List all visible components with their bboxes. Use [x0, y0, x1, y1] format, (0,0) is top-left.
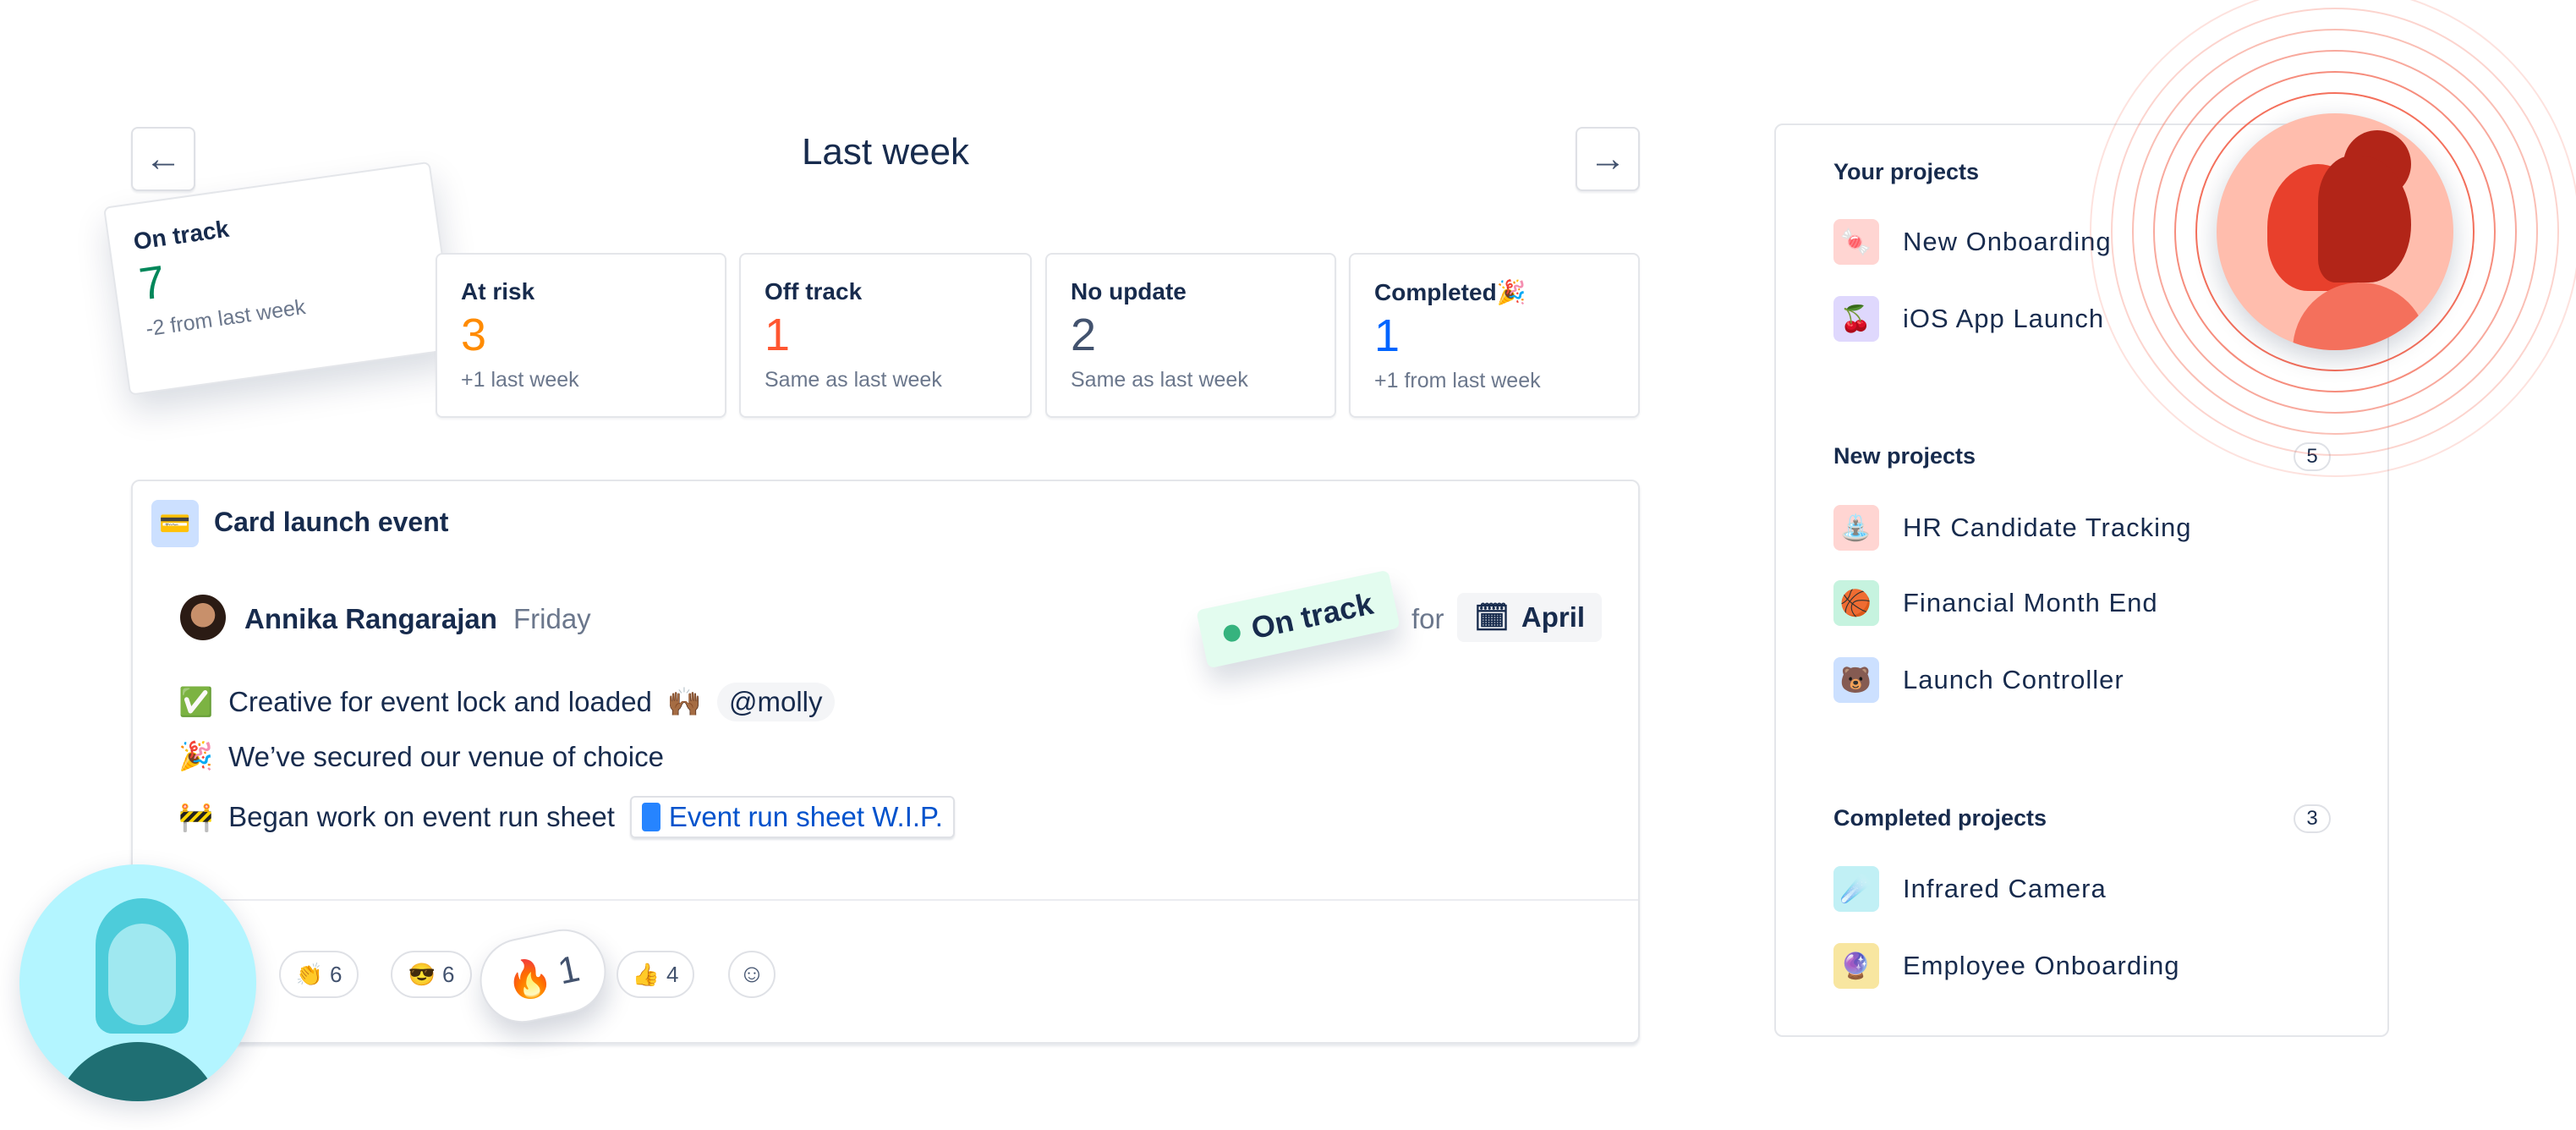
credit-card-icon: 💳 [151, 500, 199, 547]
project-item[interactable]: 🔮 Employee Onboarding [1833, 943, 2179, 989]
update-day: Friday [513, 603, 591, 634]
cherries-icon: 🍒 [1833, 296, 1879, 342]
completed-projects-count: 3 [2294, 804, 2331, 833]
mention-chip[interactable]: @molly [717, 683, 835, 721]
for-label: for [1411, 603, 1444, 634]
author-name[interactable]: Annika Rangarajan [244, 603, 497, 635]
status-lozenge[interactable]: On track [1196, 569, 1400, 669]
check-mark-icon: ✅ [178, 685, 214, 717]
status-dot-icon [1221, 623, 1242, 644]
stat-sub: +1 from last week [1374, 369, 1541, 392]
fountain-icon: ⛲ [1833, 505, 1879, 551]
status-label: On track [1247, 585, 1377, 646]
construction-icon: 🚧 [178, 800, 214, 832]
project-label: New Onboarding [1903, 227, 2112, 256]
update-line: 🎉 We’ve secured our venue of choice [178, 740, 664, 773]
project-item[interactable]: ⛲ HR Candidate Tracking [1833, 505, 2192, 551]
arrow-right-icon: → [1589, 138, 1626, 179]
stat-sub: +1 last week [461, 368, 579, 392]
section-title-new-projects: New projects [1833, 443, 1976, 469]
avatar [180, 595, 226, 640]
fire-icon: 🔥 [502, 954, 557, 1005]
divider [133, 899, 1638, 901]
stat-label: Completed [1374, 279, 1497, 305]
next-week-button[interactable]: → [1576, 127, 1640, 191]
basketball-icon: 🏀 [1833, 580, 1879, 626]
reaction-count: 6 [441, 961, 455, 987]
line-text: Creative for event lock and loaded [228, 686, 652, 717]
reaction-thumbs-up[interactable]: 👍 4 [617, 951, 694, 998]
stat-label: At risk [461, 278, 535, 304]
user-avatar-illustration [2217, 113, 2453, 350]
section-title-your-projects: Your projects [1833, 159, 1980, 184]
reaction-fire[interactable]: 🔥 1 [472, 921, 614, 1031]
line-text: We’ve secured our venue of choice [228, 740, 664, 772]
stat-value: 3 [461, 310, 487, 360]
party-popper-icon: 🎉 [178, 740, 214, 771]
update-card: 💳 Card launch event Annika Rangarajan Fr… [131, 480, 1640, 1044]
project-label: Launch Controller [1903, 665, 2124, 694]
project-item[interactable]: 🐻 Launch Controller [1833, 657, 2124, 703]
page-title: Last week [801, 131, 970, 173]
reaction-clap[interactable]: 👏 6 [279, 951, 359, 998]
project-title[interactable]: Card launch event [214, 507, 448, 538]
comet-icon: ☄️ [1833, 866, 1879, 912]
stat-label: No update [1071, 278, 1187, 304]
project-label: iOS App Launch [1903, 304, 2105, 333]
target-date-chip[interactable]: 🗓 April [1457, 593, 1603, 642]
reaction-count: 4 [666, 961, 679, 987]
project-label: Financial Month End [1903, 588, 2158, 617]
stat-label: Off track [765, 278, 863, 304]
stat-card-at-risk[interactable]: At risk 3 +1 last week [436, 253, 726, 418]
project-item[interactable]: 🏀 Financial Month End [1833, 580, 2158, 626]
party-popper-icon: 🎉 [1496, 279, 1526, 305]
document-link[interactable]: Event run sheet W.I.P. [629, 796, 955, 838]
sunglasses-icon: 😎 [408, 961, 436, 987]
project-label: Employee Onboarding [1903, 951, 2180, 980]
stat-sub: Same as last week [1071, 368, 1248, 392]
project-item[interactable]: 🍬 New Onboarding [1833, 219, 2112, 265]
reaction-count: 6 [329, 961, 343, 987]
stat-value: 1 [765, 310, 791, 360]
project-item[interactable]: 🍒 iOS App Launch [1833, 296, 2104, 342]
candy-icon: 🍬 [1833, 219, 1879, 265]
reaction-sunglasses[interactable]: 😎 6 [391, 951, 472, 998]
stat-sub: Same as last week [765, 368, 942, 392]
stat-card-no-update[interactable]: No update 2 Same as last week [1045, 253, 1336, 418]
project-item[interactable]: ☄️ Infrared Camera [1833, 866, 2107, 912]
crystal-ball-icon: 🔮 [1833, 943, 1879, 989]
clap-icon: 👏 [295, 961, 323, 987]
project-label: Infrared Camera [1903, 874, 2107, 903]
reaction-count: 1 [554, 947, 584, 993]
stat-value: 2 [1071, 310, 1097, 360]
user-avatar-illustration [19, 864, 256, 1101]
bear-icon: 🐻 [1833, 657, 1879, 703]
stat-card-off-track[interactable]: Off track 1 Same as last week [739, 253, 1032, 418]
update-line: ✅ Creative for event lock and loaded 🙌🏾 … [178, 683, 835, 721]
section-title-completed-projects: Completed projects [1833, 805, 2047, 831]
stat-card-on-track[interactable]: On track 7 -2 from last week [103, 161, 457, 396]
line-text: Began work on event run sheet [228, 801, 615, 832]
raised-hands-icon: 🙌🏾 [666, 685, 702, 717]
target-date: April [1521, 601, 1586, 633]
thumbs-up-icon: 👍 [632, 961, 660, 987]
update-line: 🚧 Began work on event run sheet Event ru… [178, 796, 955, 838]
stat-value: 1 [1374, 310, 1400, 361]
add-reaction-button[interactable]: ☺ [728, 951, 776, 998]
link-text: Event run sheet W.I.P. [668, 801, 943, 832]
stat-card-completed[interactable]: Completed🎉 1 +1 from last week [1349, 253, 1640, 418]
smiley-add-icon: ☺ [738, 960, 765, 988]
calendar-icon: 🗓 [1474, 601, 1510, 633]
document-icon [641, 803, 660, 831]
project-label: HR Candidate Tracking [1903, 513, 2192, 542]
